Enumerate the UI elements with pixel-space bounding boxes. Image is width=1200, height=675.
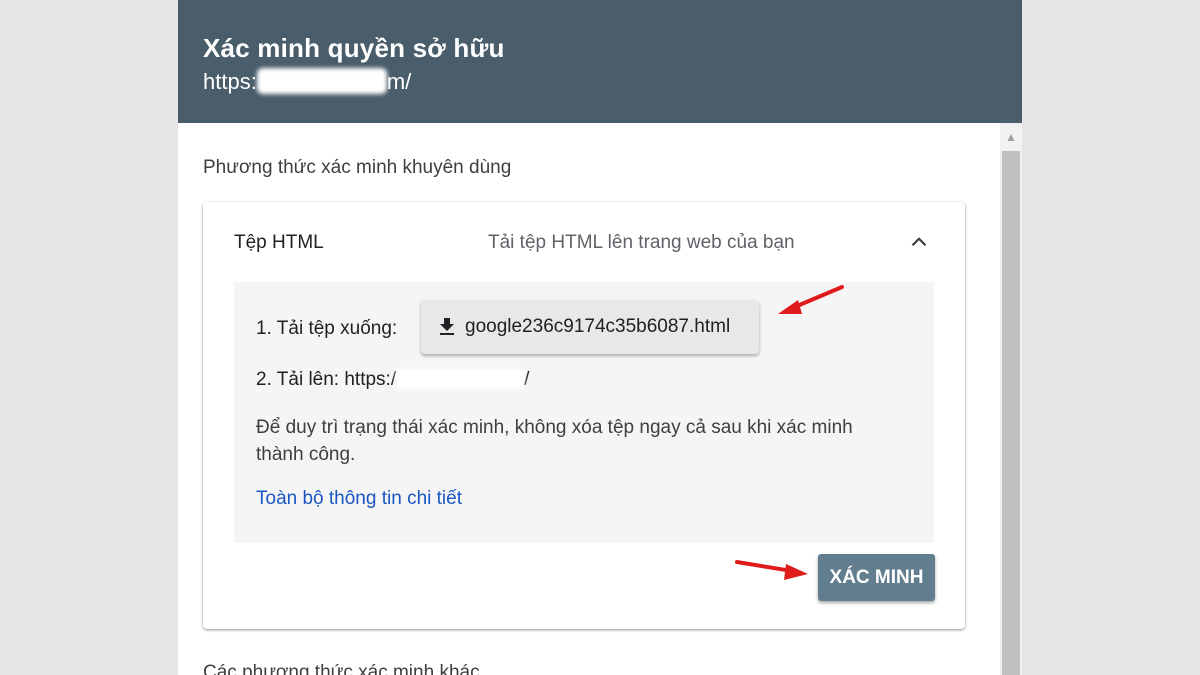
property-url-prefix: https: [203,69,257,94]
annotation-arrow-verify [735,560,808,580]
recommended-method-label: Phương thức xác minh khuyên dùng [203,157,512,178]
scrollbar[interactable]: ▲ [1000,123,1022,675]
html-file-method-card: Tệp HTML Tải tệp HTML lên trang web của … [203,202,965,629]
download-icon [440,318,454,335]
full-details-link[interactable]: Toàn bộ thông tin chi tiết [256,488,462,510]
scrollbar-thumb[interactable] [1002,151,1020,675]
other-methods-label: Các phương thức xác minh khác [203,662,480,675]
annotation-arrow-download [778,285,844,314]
property-url-suffix: m/ [386,69,412,94]
scroll-up-arrow-icon[interactable]: ▲ [1000,129,1022,145]
verify-button[interactable]: XÁC MINH [818,554,935,601]
method-description: Tải tệp HTML lên trang web của bạn [488,232,795,253]
step1-label: 1. Tải tệp xuống: [256,318,398,339]
chevron-up-icon[interactable] [906,229,932,255]
property-url: https: m/ [203,68,411,95]
dialog-header: Xác minh quyền sở hữu https: m/ [178,0,1022,123]
verify-ownership-dialog: Xác minh quyền sở hữu https: m/ ▲ Phương … [178,0,1022,675]
step2-upload-location: 2. Tải lên: https:/ / [256,369,529,391]
download-filename: google236c9174c35b6087.html [465,316,731,337]
url-redaction [396,369,525,389]
dialog-title: Xác minh quyền sở hữu [203,33,505,63]
download-file-button[interactable]: google236c9174c35b6087.html [421,300,759,354]
step2-suffix: / [524,369,530,390]
keep-file-note: Để duy trì trạng thái xác minh, không xó… [256,417,853,465]
step2-prefix: 2. Tải lên: https:/ [256,369,397,390]
method-title[interactable]: Tệp HTML [234,232,324,254]
url-redaction [256,68,387,94]
